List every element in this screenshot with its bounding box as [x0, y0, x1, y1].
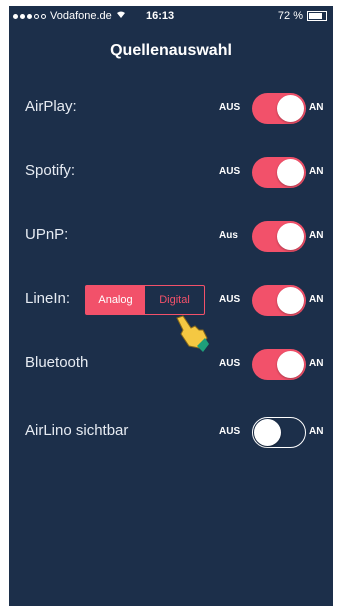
bluetooth-toggle[interactable]	[252, 349, 306, 380]
status-bar: Vodafone.de 16:13 72 %	[9, 6, 333, 26]
airplay-toggle[interactable]	[252, 93, 306, 124]
wifi-icon	[116, 11, 126, 22]
toggle-knob	[254, 419, 281, 446]
on-label: AN	[309, 166, 324, 177]
off-label: AUS	[219, 426, 241, 437]
page-title: Quellenauswahl	[110, 42, 232, 59]
off-label: AUS	[219, 166, 241, 177]
battery-icon	[307, 11, 327, 21]
toggle-knob	[277, 287, 304, 314]
on-label: AN	[309, 358, 324, 369]
toggle-knob	[277, 159, 304, 186]
carrier-name: Vodafone.de	[50, 10, 112, 22]
spotify-toggle[interactable]	[252, 157, 306, 188]
segment-analog[interactable]: Analog	[86, 286, 145, 314]
status-right: 72 %	[278, 10, 327, 22]
row-airlino-visible: AirLino sichtbar AUS AN	[9, 412, 333, 452]
row-upnp: UPnP: Aus AN	[9, 216, 333, 256]
row-label: LineIn:	[25, 290, 71, 307]
row-spotify: Spotify: AUS AN	[9, 152, 333, 192]
off-label: Aus	[219, 230, 238, 241]
linein-segmented-control: Analog Digital	[85, 285, 205, 315]
status-left: Vodafone.de	[13, 10, 126, 22]
segment-digital[interactable]: Digital	[145, 286, 204, 314]
status-time: 16:13	[146, 10, 175, 22]
row-airplay: AirPlay: AUS AN	[9, 88, 333, 128]
on-label: AN	[309, 230, 324, 241]
hand-pointer-icon	[169, 312, 213, 361]
toggle-knob	[277, 351, 304, 378]
on-label: AN	[309, 294, 324, 305]
row-label: UPnP:	[25, 226, 69, 243]
off-label: AUS	[219, 294, 241, 305]
row-label: Spotify:	[25, 162, 76, 179]
off-label: AUS	[219, 358, 241, 369]
toggle-knob	[277, 223, 304, 250]
row-label: AirPlay:	[25, 98, 77, 115]
row-label: AirLino sichtbar	[25, 422, 129, 439]
on-label: AN	[309, 102, 324, 113]
toggle-knob	[277, 95, 304, 122]
linein-toggle[interactable]	[252, 285, 306, 316]
upnp-toggle[interactable]	[252, 221, 306, 252]
off-label: AUS	[219, 102, 241, 113]
on-label: AN	[309, 426, 324, 437]
battery-percent: 72 %	[277, 10, 303, 22]
row-label: Bluetooth	[25, 354, 89, 371]
signal-icon	[13, 13, 46, 19]
app-screen: Vodafone.de 16:13 72 % Quellenauswahl Ai…	[9, 6, 333, 606]
airlino-visible-toggle[interactable]	[252, 417, 306, 448]
